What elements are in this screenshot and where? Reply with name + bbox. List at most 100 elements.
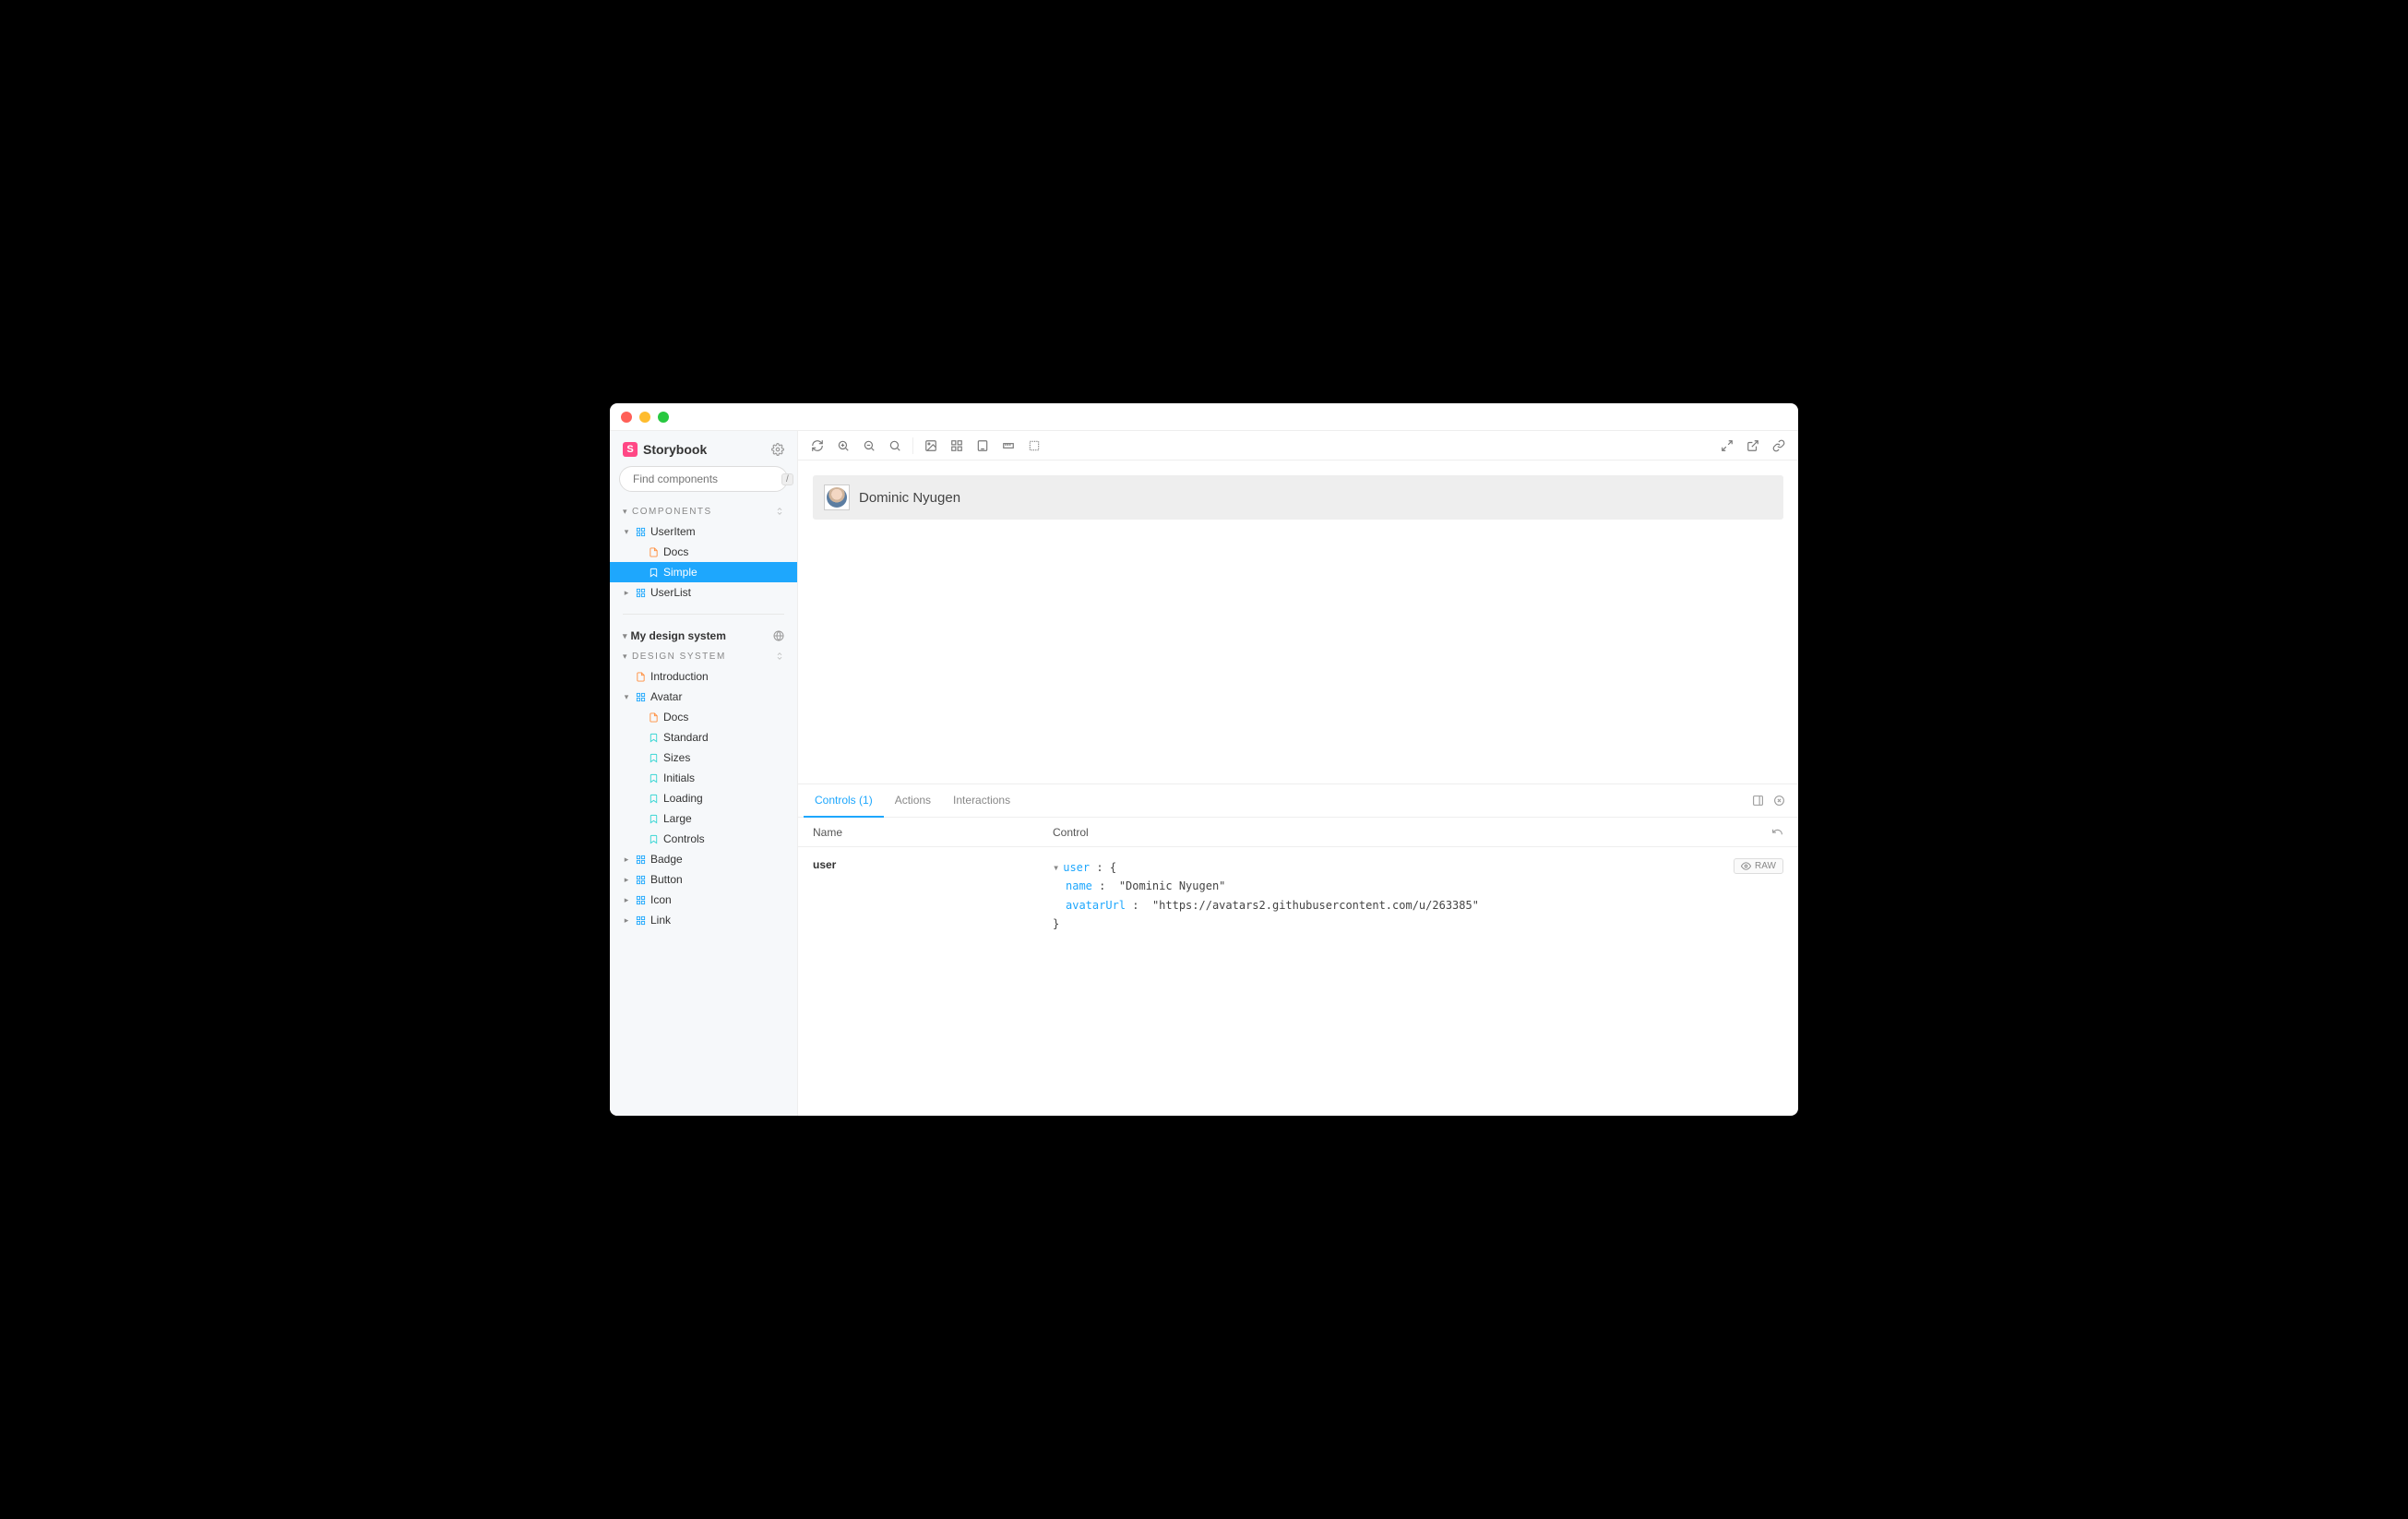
search-input[interactable] xyxy=(633,472,776,485)
copy-link-button[interactable] xyxy=(1767,434,1791,458)
reset-controls-button[interactable] xyxy=(1771,826,1783,838)
sidebar-section-heading[interactable]: ▾COMPONENTS xyxy=(610,501,797,521)
sidebar-item-label: Badge xyxy=(650,853,683,866)
maximize-window-button[interactable] xyxy=(658,412,669,423)
sidebar-item-avatar[interactable]: ▾Avatar xyxy=(610,687,797,707)
doc-icon xyxy=(635,672,646,682)
story-icon xyxy=(648,753,659,763)
sidebar-item-standard[interactable]: Standard xyxy=(610,727,797,748)
ruler-icon xyxy=(1002,439,1015,452)
sidebar-item-docs[interactable]: Docs xyxy=(610,707,797,727)
background-button[interactable] xyxy=(919,434,943,458)
sidebar-item-button[interactable]: ▸Button xyxy=(610,869,797,890)
sidebar: S Storybook / ▾COMPONENTS ▾ UserItem Docs Si… xyxy=(610,431,798,1116)
sidebar-item-docs[interactable]: Docs xyxy=(610,542,797,562)
caret-right-icon: ▸ xyxy=(623,855,630,865)
sidebar-item-sizes[interactable]: Sizes xyxy=(610,748,797,768)
orientation-button[interactable] xyxy=(1752,795,1764,807)
component-icon xyxy=(635,692,646,702)
tab-actions[interactable]: Actions xyxy=(884,784,942,818)
sidebar-item-useritem[interactable]: ▾ UserItem xyxy=(610,521,797,542)
caret-down-icon: ▾ xyxy=(623,527,630,537)
sidebar-item-link[interactable]: ▸Link xyxy=(610,910,797,930)
sidebar-item-label: Loading xyxy=(663,792,703,805)
sidebar-item-label: Standard xyxy=(663,731,709,744)
story-icon xyxy=(648,794,659,804)
sidebar-section-heading[interactable]: ▾My design system xyxy=(610,626,797,646)
zoom-out-icon xyxy=(863,439,876,452)
sidebar-item-userlist[interactable]: ▸ UserList xyxy=(610,582,797,603)
sidebar-item-simple[interactable]: Simple xyxy=(610,562,797,582)
component-icon xyxy=(635,875,646,885)
grid-button[interactable] xyxy=(945,434,969,458)
tab-interactions[interactable]: Interactions xyxy=(942,784,1021,818)
story-icon xyxy=(648,814,659,824)
sidebar-item-label: UserList xyxy=(650,586,691,599)
sidebar-item-label: Button xyxy=(650,873,683,886)
close-circle-icon xyxy=(1773,795,1785,807)
sidebar-item-controls[interactable]: Controls xyxy=(610,829,797,849)
component-icon xyxy=(635,855,646,865)
caret-right-icon: ▸ xyxy=(623,895,630,905)
component-icon xyxy=(635,588,646,598)
expand-collapse-icon[interactable] xyxy=(775,652,784,661)
close-panel-button[interactable] xyxy=(1773,795,1785,807)
preview-canvas: Dominic Nyugen xyxy=(798,460,1798,783)
sidebar-item-label: Link xyxy=(650,914,671,927)
sidebar-item-initials[interactable]: Initials xyxy=(610,768,797,788)
addons-tabs: Controls (1)ActionsInteractions xyxy=(798,784,1798,818)
raw-toggle-button[interactable]: RAW xyxy=(1734,858,1783,874)
brand-name: Storybook xyxy=(643,442,707,457)
sidebar-item-label: Docs xyxy=(663,545,688,558)
control-row-control[interactable]: ▾user : { name : "Dominic Nyugen" avatar… xyxy=(1053,858,1783,1105)
minimize-window-button[interactable] xyxy=(639,412,650,423)
zoom-reset-button[interactable] xyxy=(883,434,907,458)
doc-icon xyxy=(648,712,659,723)
measure-button[interactable] xyxy=(996,434,1020,458)
sidebar-item-label: Initials xyxy=(663,771,695,784)
addons-panel: Controls (1)ActionsInteractions Name Con… xyxy=(798,783,1798,1116)
search-field[interactable]: / xyxy=(619,466,788,492)
zoom-in-button[interactable] xyxy=(831,434,855,458)
sidebar-section-heading[interactable]: ▾DESIGN SYSTEM xyxy=(610,646,797,666)
remount-button[interactable] xyxy=(805,434,829,458)
sidebar-item-label: Docs xyxy=(663,711,688,724)
brand[interactable]: S Storybook xyxy=(623,442,707,457)
outline-icon xyxy=(1028,439,1041,452)
user-name-label: Dominic Nyugen xyxy=(859,490,960,506)
canvas-toolbar xyxy=(798,431,1798,460)
fullscreen-button[interactable] xyxy=(1715,434,1739,458)
caret-right-icon: ▸ xyxy=(623,588,630,598)
brand-logo: S xyxy=(623,442,638,457)
close-window-button[interactable] xyxy=(621,412,632,423)
zoom-in-icon xyxy=(837,439,850,452)
sidebar-item-loading[interactable]: Loading xyxy=(610,788,797,808)
open-tab-button[interactable] xyxy=(1741,434,1765,458)
sidebar-item-label: UserItem xyxy=(650,525,696,538)
sidebar-item-icon[interactable]: ▸ Icon xyxy=(610,890,797,910)
sidebar-item-label: Large xyxy=(663,812,692,825)
expand-collapse-icon[interactable] xyxy=(775,507,784,516)
component-icon xyxy=(635,895,646,905)
sync-icon xyxy=(811,439,824,452)
sidebar-item-introduction[interactable]: Introduction xyxy=(610,666,797,687)
viewport-button[interactable] xyxy=(971,434,995,458)
component-icon xyxy=(635,915,646,926)
sidebar-icon xyxy=(1752,795,1764,807)
caret-down-icon[interactable]: ▾ xyxy=(1053,861,1059,874)
story-icon xyxy=(648,568,659,578)
tab-controls[interactable]: Controls (1) xyxy=(804,784,884,818)
undo-icon xyxy=(1771,826,1783,838)
sidebar-item-large[interactable]: Large xyxy=(610,808,797,829)
eye-icon xyxy=(1741,861,1751,871)
globe-icon xyxy=(773,630,784,641)
settings-button[interactable] xyxy=(771,443,784,456)
outline-button[interactable] xyxy=(1022,434,1046,458)
control-row-name: user xyxy=(813,858,1053,1105)
user-item-preview: Dominic Nyugen xyxy=(813,475,1783,520)
sidebar-item-badge[interactable]: ▸ Badge xyxy=(610,849,797,869)
storybook-window: S Storybook / ▾COMPONENTS ▾ UserItem Docs Si… xyxy=(610,403,1798,1116)
object-editor[interactable]: ▾user : { name : "Dominic Nyugen" avatar… xyxy=(1053,858,1783,934)
sidebar-item-label: Icon xyxy=(650,893,672,906)
zoom-out-button[interactable] xyxy=(857,434,881,458)
